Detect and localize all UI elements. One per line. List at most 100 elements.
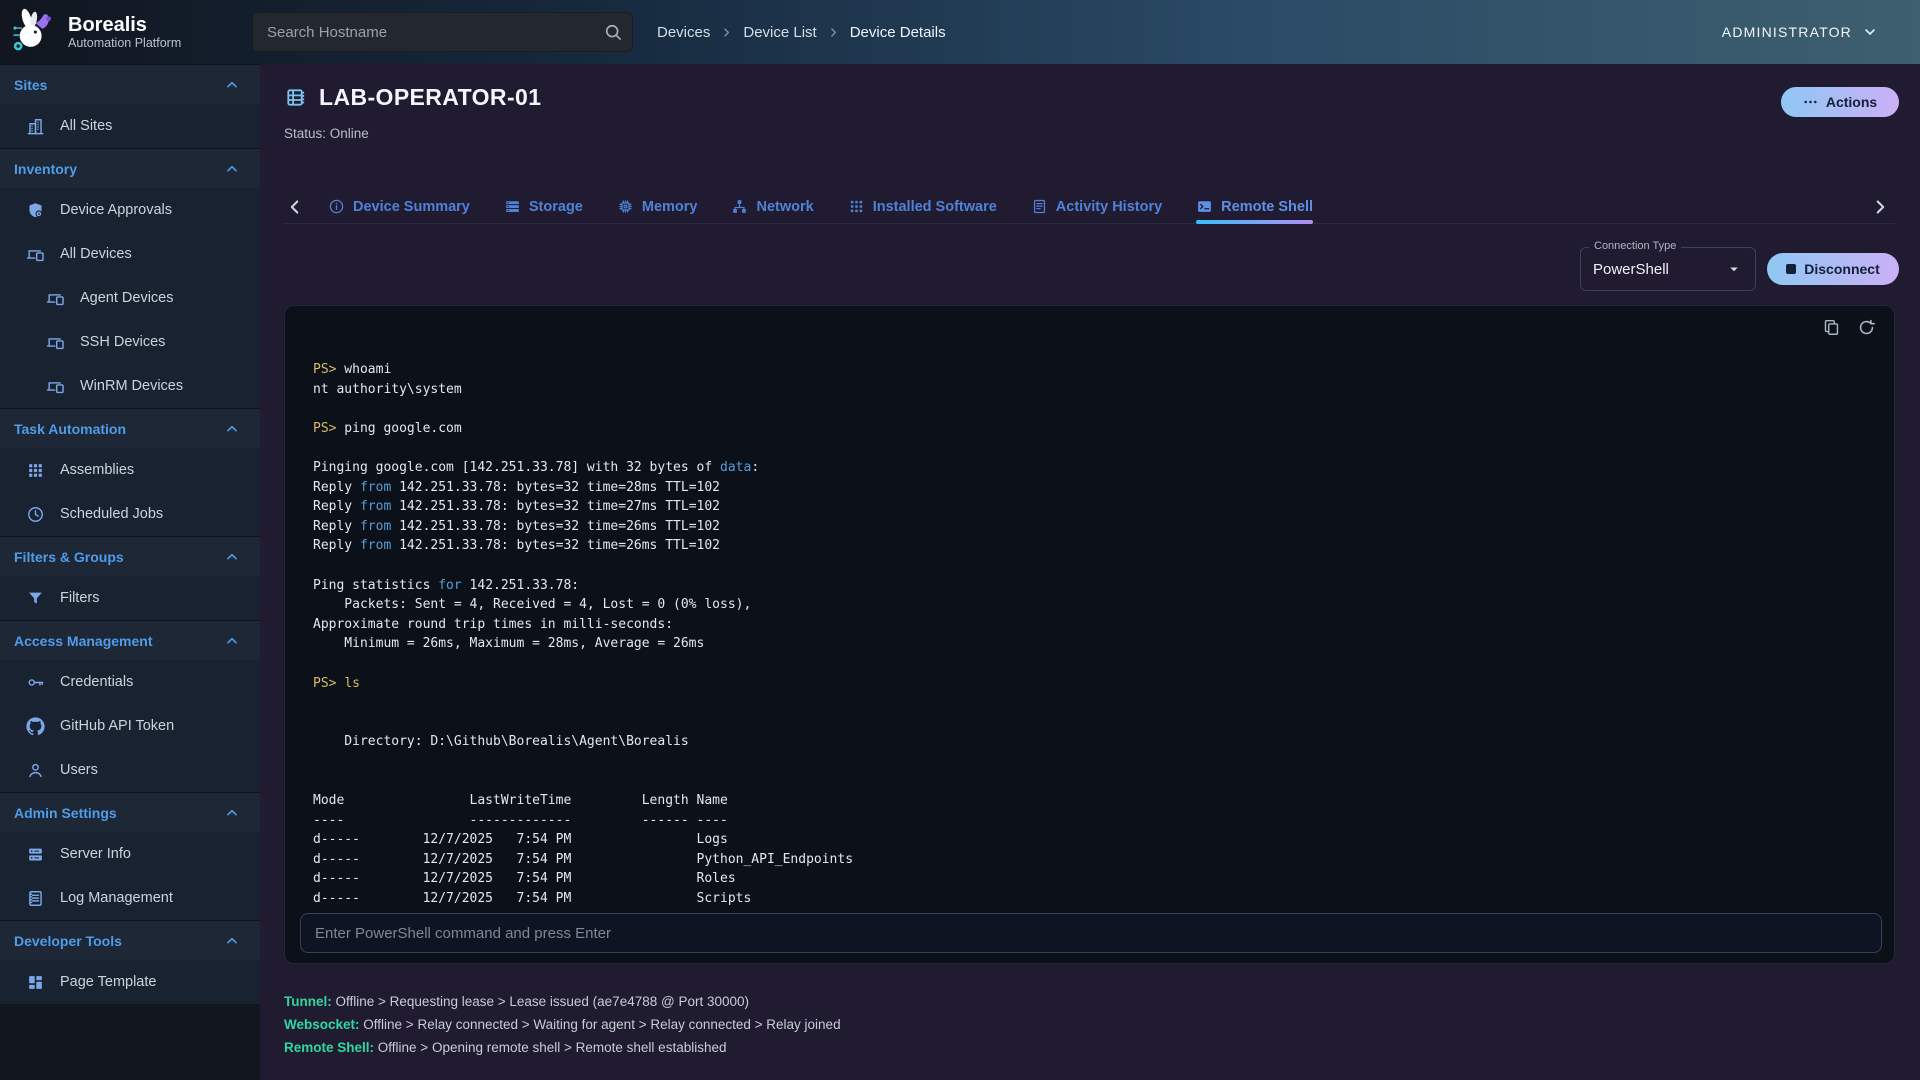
filter-icon	[26, 589, 45, 608]
refresh-icon[interactable]	[1857, 318, 1876, 337]
sidebar-item-filters[interactable]: Filters	[0, 576, 260, 620]
terminal-command-input[interactable]	[300, 913, 1882, 953]
sidebar-section-label: Developer Tools	[14, 933, 122, 949]
devices-icon	[26, 245, 45, 264]
sidebar-item-assemblies[interactable]: Assemblies	[0, 448, 260, 492]
dropdown-caret-icon	[1725, 260, 1743, 278]
sidebar-item-all-devices[interactable]: All Devices	[0, 232, 260, 276]
status-text: Offline > Relay connected > Waiting for …	[360, 1017, 841, 1032]
sidebar-item-credentials[interactable]: Credentials	[0, 660, 260, 704]
search-wrap	[252, 12, 633, 52]
sidebar-item-scheduled-jobs[interactable]: Scheduled Jobs	[0, 492, 260, 536]
terminal-line	[313, 556, 1870, 576]
chevron-up-icon	[224, 549, 240, 565]
sidebar-section-label: Sites	[14, 77, 47, 93]
tab-label: Installed Software	[873, 199, 997, 215]
status-text: Offline > Requesting lease > Lease issue…	[332, 994, 749, 1009]
terminal-toolbar	[1822, 318, 1876, 337]
sidebar-section-task-automation[interactable]: Task Automation	[0, 408, 260, 448]
sidebar-item-users[interactable]: Users	[0, 748, 260, 792]
tab-installed-software[interactable]: Installed Software	[848, 190, 997, 223]
tab-label: Network	[756, 199, 813, 215]
actions-button[interactable]: Actions	[1781, 87, 1899, 117]
sidebar-item-log-management[interactable]: Log Management	[0, 876, 260, 920]
devices-icon	[46, 333, 65, 352]
terminal-line: Pinging google.com [142.251.33.78] with …	[313, 458, 1870, 478]
sidebar-item-label: Scheduled Jobs	[60, 506, 163, 522]
chevron-right-icon[interactable]	[1869, 196, 1891, 218]
terminal-line: ---- ------------- ------ ----	[313, 811, 1870, 831]
sidebar-item-ssh-devices[interactable]: SSH Devices	[0, 320, 260, 364]
terminal-line	[313, 771, 1870, 791]
sidebar-section-access-management[interactable]: Access Management	[0, 620, 260, 660]
user-icon	[26, 761, 45, 780]
sidebar-item-label: Assemblies	[60, 462, 134, 478]
tab-device-summary[interactable]: Device Summary	[328, 190, 470, 223]
sidebar-item-agent-devices[interactable]: Agent Devices	[0, 276, 260, 320]
tab-label: Activity History	[1056, 199, 1162, 215]
top-header: Borealis Automation Platform Devices Dev…	[0, 0, 1920, 64]
sidebar-item-server-info[interactable]: Server Info	[0, 832, 260, 876]
disconnect-button[interactable]: Disconnect	[1767, 253, 1899, 285]
device-status: Status: Online	[284, 126, 369, 141]
sidebar-section-filters-groups[interactable]: Filters & Groups	[0, 536, 260, 576]
sidebar: Sites All Sites Inventory Device Approvals A…	[0, 64, 260, 1080]
tab-label: Memory	[642, 199, 698, 215]
status-label: Tunnel:	[284, 994, 332, 1009]
chevron-up-icon	[224, 933, 240, 949]
breadcrumb-device-list[interactable]: Device List	[743, 24, 816, 41]
tab-network[interactable]: Network	[731, 190, 813, 223]
sidebar-section-admin-settings[interactable]: Admin Settings	[0, 792, 260, 832]
chevron-up-icon	[224, 805, 240, 821]
device-header: LAB-OPERATOR-01	[284, 84, 541, 111]
sidebar-item-label: Device Approvals	[60, 202, 172, 218]
tab-label: Storage	[529, 199, 583, 215]
tab-storage[interactable]: Storage	[504, 190, 583, 223]
sidebar-item-label: Credentials	[60, 674, 133, 690]
terminal-line: Minimum = 26ms, Maximum = 28ms, Average …	[313, 634, 1870, 654]
sidebar-section-sites[interactable]: Sites	[0, 64, 260, 104]
sidebar-item-all-sites[interactable]: All Sites	[0, 104, 260, 148]
breadcrumb-device-details: Device Details	[850, 24, 946, 41]
sidebar-item-page-template[interactable]: Page Template	[0, 960, 260, 1004]
connection-type-select[interactable]: Connection Type PowerShell	[1580, 247, 1756, 291]
devices-icon	[46, 377, 65, 396]
copy-icon[interactable]	[1822, 318, 1841, 337]
sidebar-item-device-approvals[interactable]: Device Approvals	[0, 188, 260, 232]
user-menu-label: ADMINISTRATOR	[1722, 24, 1852, 40]
terminal-line: Packets: Sent = 4, Received = 4, Lost = …	[313, 595, 1870, 615]
terminal-line: PS> ls	[313, 674, 1870, 694]
chevron-up-icon	[224, 77, 240, 93]
search-input[interactable]	[252, 12, 633, 52]
terminal-line: Reply from 142.251.33.78: bytes=32 time=…	[313, 517, 1870, 537]
chevron-left-icon[interactable]	[284, 196, 306, 218]
sidebar-item-label: SSH Devices	[80, 334, 165, 350]
terminal-line: Reply from 142.251.33.78: bytes=32 time=…	[313, 536, 1870, 556]
sidebar-item-label: All Sites	[60, 118, 112, 134]
status-line: Remote Shell: Offline > Opening remote s…	[284, 1036, 841, 1059]
tab-memory[interactable]: Memory	[617, 190, 698, 223]
sidebar-item-label: Server Info	[60, 846, 131, 862]
sidebar-nav: Sites All Sites Inventory Device Approvals A…	[0, 64, 260, 1004]
tab-activity-history[interactable]: Activity History	[1031, 190, 1162, 223]
sidebar-item-github-api-token[interactable]: GitHub API Token	[0, 704, 260, 748]
network-icon	[731, 198, 748, 215]
log-icon	[26, 889, 45, 908]
sidebar-item-winrm-devices[interactable]: WinRM Devices	[0, 364, 260, 408]
sidebar-section-label: Filters & Groups	[14, 549, 124, 565]
sidebar-section-developer-tools[interactable]: Developer Tools	[0, 920, 260, 960]
github-icon	[26, 717, 45, 736]
sidebar-section-label: Admin Settings	[14, 805, 117, 821]
user-menu-administrator[interactable]: ADMINISTRATOR	[1722, 24, 1878, 40]
terminal-output: PS> whoamint authority\system PS> ping g…	[313, 360, 1870, 912]
device-title: LAB-OPERATOR-01	[319, 84, 541, 111]
breadcrumb-devices[interactable]: Devices	[657, 24, 710, 41]
search-icon[interactable]	[603, 22, 623, 42]
tabs: Device Summary Storage Memory Network Instal…	[328, 190, 1313, 223]
chevron-right-icon	[720, 26, 733, 39]
tab-remote-shell[interactable]: Remote Shell	[1196, 190, 1313, 223]
sidebar-section-inventory[interactable]: Inventory	[0, 148, 260, 188]
terminal-line: Mode LastWriteTime Length Name	[313, 791, 1870, 811]
sidebar-item-label: Users	[60, 762, 98, 778]
terminal-line: Approximate round trip times in milli-se…	[313, 615, 1870, 635]
